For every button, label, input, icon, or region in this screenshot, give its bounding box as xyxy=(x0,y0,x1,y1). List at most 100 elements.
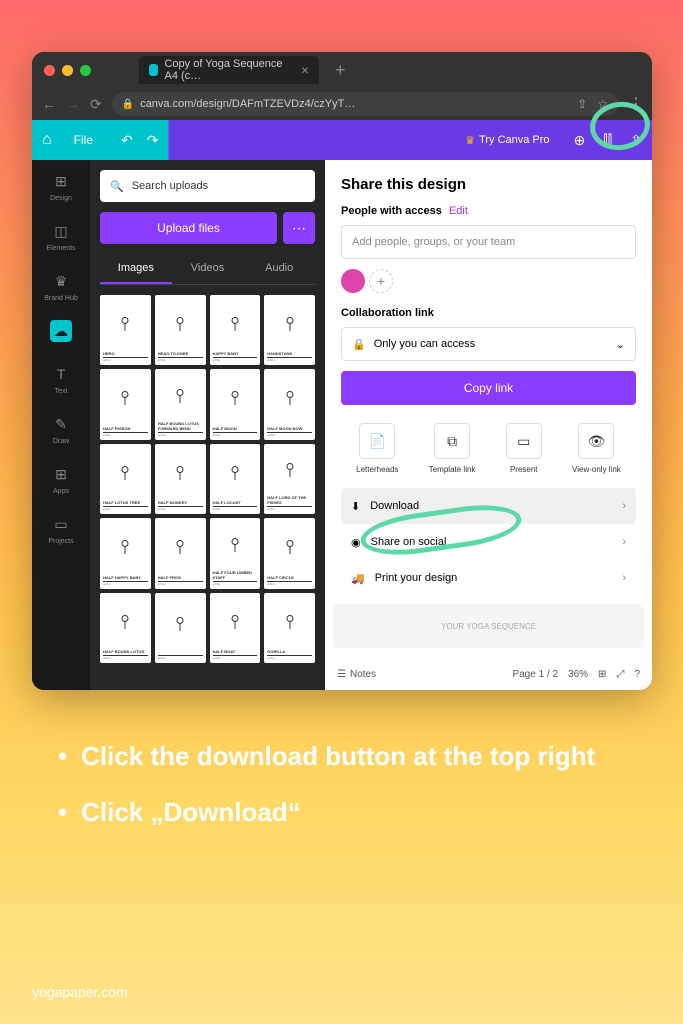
content-area: ⊞ Design ◫ Elements ♛ Brand Hub ☁ T Text… xyxy=(32,160,652,690)
collab-label: Collaboration link xyxy=(341,307,636,319)
instruction-2: Click „Download“ xyxy=(81,796,301,830)
file-menu[interactable]: File xyxy=(64,129,103,151)
browser-window: Copy of Yoga Sequence A4 (c… × + ← → ⟳ 🔒… xyxy=(32,52,652,690)
apps-icon: ⊞ xyxy=(50,463,72,485)
thumbnail[interactable]: HALF LOCUSTardha xyxy=(210,444,261,514)
browser-tab[interactable]: Copy of Yoga Sequence A4 (c… × xyxy=(139,56,319,84)
page-indicator[interactable]: Page 1 / 2 xyxy=(512,669,558,680)
action-present[interactable]: ▭ Present xyxy=(506,423,542,474)
back-icon[interactable]: ← xyxy=(42,96,56,112)
projects-icon: ▭ xyxy=(50,513,72,535)
analytics-icon[interactable]: ⫿⫿ xyxy=(603,132,612,149)
thumbnail[interactable]: HALF LORD OF THE FISHESardha xyxy=(264,444,315,514)
avatar[interactable] xyxy=(341,269,365,293)
upload-more-button[interactable]: ⋯ xyxy=(283,212,315,244)
forward-icon[interactable]: → xyxy=(66,96,80,112)
thumbnail[interactable]: HALF FOUR LIMBED STAFFardha xyxy=(210,518,261,588)
reload-icon[interactable]: ⟳ xyxy=(90,96,102,113)
fullscreen-icon[interactable]: ⤢ xyxy=(616,669,624,680)
lock-icon: 🔒 xyxy=(122,99,134,110)
tab-images[interactable]: Images xyxy=(100,254,172,284)
thumbnail[interactable]: HALF LOTUS TREEardha xyxy=(100,444,151,514)
close-window[interactable] xyxy=(44,65,55,76)
thumbnail[interactable]: ardha xyxy=(155,593,206,663)
invite-icon[interactable]: ⊕ xyxy=(574,132,586,149)
access-select[interactable]: 🔒 Only you can access ⌄ xyxy=(341,327,636,361)
thumbnail[interactable]: HANDSTANDardha xyxy=(264,295,315,365)
star-icon[interactable]: ☆ xyxy=(597,97,608,111)
action-letterheads[interactable]: 📄 Letterheads xyxy=(356,423,398,474)
thumbnail[interactable]: HALF BOUND LOTUS FORWARD BENDardha xyxy=(155,369,206,439)
sidebar-item-apps[interactable]: ⊞ Apps xyxy=(50,463,72,495)
sidebar-item-design[interactable]: ⊞ Design xyxy=(50,170,72,202)
share-title: Share this design xyxy=(341,176,636,193)
thumbnail[interactable]: HEROardha xyxy=(100,295,151,365)
edit-access-link[interactable]: Edit xyxy=(449,205,468,217)
undo-icon[interactable]: ↶ xyxy=(121,132,133,149)
site-credit: yogapaper.com xyxy=(32,984,128,1000)
add-person-button[interactable]: + xyxy=(369,269,393,293)
grid-view-icon[interactable]: ⊞ xyxy=(598,669,606,680)
sidebar-item-projects[interactable]: ▭ Projects xyxy=(48,513,73,545)
tab-videos[interactable]: Videos xyxy=(172,254,244,284)
thumbnail[interactable]: HALF FROGardha xyxy=(155,518,206,588)
thumbnail[interactable]: HALF PIGEONardha xyxy=(100,369,151,439)
sidebar-item-elements[interactable]: ◫ Elements xyxy=(46,220,75,252)
close-tab-icon[interactable]: × xyxy=(301,62,309,78)
thumbnail[interactable]: HALF MOON BOWardha xyxy=(264,369,315,439)
chevron-right-icon: › xyxy=(622,572,626,584)
search-input[interactable]: 🔍 Search uploads xyxy=(100,170,315,202)
url-field[interactable]: 🔒 canva.com/design/DAFmTZEVDz4/czYyT… ⇧ … xyxy=(112,92,618,116)
url-text: canva.com/design/DAFmTZEVDz4/czYyT… xyxy=(140,98,355,110)
sidebar: ⊞ Design ◫ Elements ♛ Brand Hub ☁ T Text… xyxy=(32,160,90,690)
print-row[interactable]: 🚚 Print your design › xyxy=(341,560,636,596)
sidebar-item-draw[interactable]: ✎ Draw xyxy=(50,413,72,445)
thumbnail[interactable]: HALF MONKEYardha xyxy=(155,444,206,514)
bullet-icon: • xyxy=(58,740,67,774)
redo-icon[interactable]: ↷ xyxy=(147,132,159,149)
share-export-icon[interactable]: ⇧ xyxy=(630,132,642,149)
zoom-level[interactable]: 36% xyxy=(568,669,588,680)
upload-files-button[interactable]: Upload files xyxy=(100,212,277,244)
home-icon[interactable]: ⌂ xyxy=(42,131,52,149)
share-social-row[interactable]: ◉ Share on social › xyxy=(341,524,636,560)
thumbnail[interactable]: HALF BOUND LOTUSardha xyxy=(100,593,151,663)
traffic-lights xyxy=(44,65,91,76)
tab-audio[interactable]: Audio xyxy=(243,254,315,284)
design-icon: ⊞ xyxy=(50,170,72,192)
help-icon[interactable]: ? xyxy=(634,669,640,680)
sidebar-item-brandhub[interactable]: ♛ Brand Hub xyxy=(44,270,77,302)
download-row[interactable]: ⬇ Download › xyxy=(341,488,636,524)
thumbnail[interactable]: GORILLAardha xyxy=(264,593,315,663)
tab-title: Copy of Yoga Sequence A4 (c… xyxy=(164,58,288,82)
copy-link-button[interactable]: Copy link xyxy=(341,371,636,405)
app-toolbar: ⌂ File ↶ ↷ ♛ Try Canva Pro ⊕ ⫿⫿ ⇧ xyxy=(32,120,652,160)
new-tab-button[interactable]: + xyxy=(335,60,346,81)
thumbnail[interactable]: HALF HAPPY BABYardha xyxy=(100,518,151,588)
action-view-only[interactable]: 👁 View-only link xyxy=(572,423,621,474)
try-pro-button[interactable]: ♛ Try Canva Pro xyxy=(453,128,561,153)
crown-icon: ♛ xyxy=(465,134,475,147)
share-url-icon[interactable]: ⇧ xyxy=(577,97,587,111)
minimize-window[interactable] xyxy=(62,65,73,76)
brandhub-icon: ♛ xyxy=(50,270,72,292)
chevron-right-icon: › xyxy=(622,536,626,548)
instruction-1: Click the download button at the top rig… xyxy=(81,740,595,774)
template-icon: ⧉ xyxy=(434,423,470,459)
thumbnail[interactable]: HALF CIRCLEardha xyxy=(264,518,315,588)
sidebar-item-uploads[interactable]: ☁ xyxy=(50,320,72,345)
thumbnail[interactable]: HALF BOATardha xyxy=(210,593,261,663)
elements-icon: ◫ xyxy=(50,220,72,242)
thumbnail[interactable]: HALF MOONardha xyxy=(210,369,261,439)
thumbnail[interactable]: HEAD-TO-KNEEardha xyxy=(155,295,206,365)
share-actions: 📄 Letterheads ⧉ Template link ▭ Present … xyxy=(341,423,636,474)
action-template-link[interactable]: ⧉ Template link xyxy=(429,423,476,474)
sidebar-item-text[interactable]: T Text xyxy=(50,363,72,395)
people-input[interactable]: Add people, groups, or your team xyxy=(341,225,636,259)
thumbnail[interactable]: HAPPY BABYardha xyxy=(210,295,261,365)
access-label: People with access Edit xyxy=(341,205,636,217)
maximize-window[interactable] xyxy=(80,65,91,76)
canvas-preview: YOUR YOGA SEQUENCE xyxy=(333,604,644,648)
browser-menu-icon[interactable]: ⋮ xyxy=(628,94,642,114)
notes-button[interactable]: ☰ Notes xyxy=(337,669,376,680)
